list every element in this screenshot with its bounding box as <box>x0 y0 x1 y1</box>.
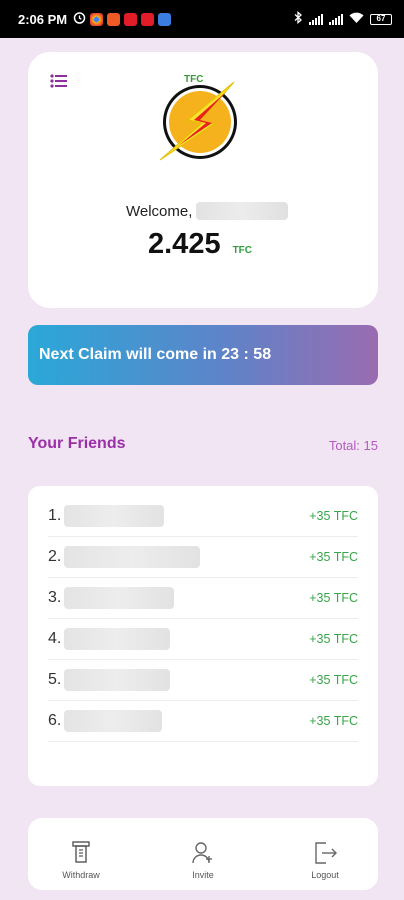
bluetooth-icon <box>294 10 303 27</box>
nav-logout-label: Logout <box>311 870 339 880</box>
status-bar: 2:06 PM 67 <box>0 0 404 38</box>
header-card: TFC Welcome, 2.425 TFC <box>28 52 378 308</box>
friend-name-redacted <box>64 628 170 650</box>
nav-withdraw-button[interactable]: Withdraw <box>50 818 112 890</box>
friend-number: 3. <box>48 589 62 606</box>
user-name-redacted <box>196 202 289 220</box>
status-time: 2:06 PM <box>18 11 68 27</box>
balance-value: 2.425 <box>148 228 221 260</box>
friend-row: 5. +35 TFC <box>48 660 358 701</box>
chrome-app-icon <box>90 12 104 26</box>
balance-unit: TFC <box>232 245 253 256</box>
welcome-line: Welcome, <box>126 202 289 220</box>
logout-icon <box>315 842 337 864</box>
friend-row: 4. +35 TFC <box>48 619 358 660</box>
nav-invite-button[interactable]: Invite <box>172 818 234 890</box>
add-user-icon <box>192 842 212 864</box>
friend-list: 1. +35 TFC 2. +35 TFC 3. +35 TFC 4. +35 … <box>28 486 378 742</box>
friend-name-redacted <box>64 505 164 527</box>
friend-name-redacted <box>64 710 162 732</box>
nav-logout-button[interactable]: Logout <box>294 818 356 890</box>
logo-text: TFC <box>184 74 203 85</box>
signal-icon-2 <box>329 13 343 25</box>
friend-row: 1. +35 TFC <box>48 496 358 537</box>
next-claim-banner: Next Claim will come in 23 : 58 <box>28 325 378 385</box>
signal-icon <box>309 13 323 25</box>
welcome-label: Welcome, <box>126 202 193 220</box>
friends-card: 1. +35 TFC 2. +35 TFC 3. +35 TFC 4. +35 … <box>28 486 378 786</box>
balance-row: 2.425 TFC <box>148 228 252 261</box>
friends-title: Your Friends <box>28 435 126 452</box>
notification-app-icon <box>107 12 121 26</box>
friend-number: 5. <box>48 671 62 688</box>
friend-reward: +35 TFC <box>309 632 358 646</box>
friend-row: 6. +35 TFC <box>48 701 358 742</box>
app-logo: TFC <box>156 70 248 162</box>
shield-app-icon <box>158 12 172 26</box>
friend-number: 1. <box>48 507 62 524</box>
battery-icon: 67 <box>370 13 392 25</box>
friend-row: 3. +35 TFC <box>48 578 358 619</box>
friend-reward: +35 TFC <box>309 673 358 687</box>
friend-name-redacted <box>64 587 174 609</box>
friend-reward: +35 TFC <box>309 550 358 564</box>
friend-row: 2. +35 TFC <box>48 537 358 578</box>
next-claim-text: Next Claim will come in 23 : 58 <box>39 346 272 363</box>
friend-name-redacted <box>64 669 170 691</box>
friend-reward: +35 TFC <box>309 591 358 605</box>
friends-total: Total: 15 <box>328 438 378 453</box>
menu-icon[interactable] <box>50 74 68 88</box>
withdraw-icon <box>72 841 90 863</box>
wifi-icon <box>349 12 364 27</box>
bottom-nav: Withdraw Invite Logout <box>28 818 378 890</box>
nav-withdraw-label: Withdraw <box>62 870 100 880</box>
friend-name-redacted <box>64 546 200 568</box>
red-app-icon <box>124 12 138 26</box>
friend-number: 4. <box>48 630 62 647</box>
friend-reward: +35 TFC <box>309 714 358 728</box>
friend-number: 6. <box>48 712 62 729</box>
red-app-icon-2 <box>141 12 155 26</box>
alarm-icon <box>73 11 86 27</box>
friend-reward: +35 TFC <box>309 509 358 523</box>
nav-invite-label: Invite <box>192 870 214 880</box>
friend-number: 2. <box>48 548 62 565</box>
